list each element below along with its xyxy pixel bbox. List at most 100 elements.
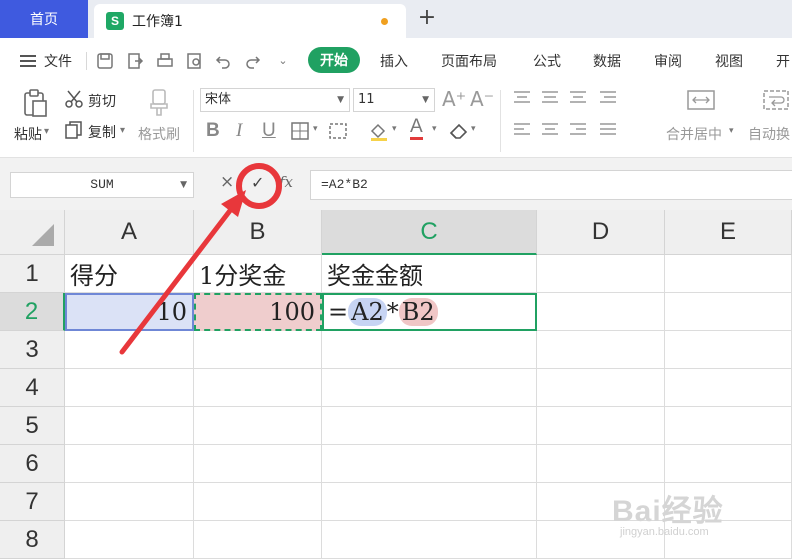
row-header-7[interactable]: 7 bbox=[0, 483, 65, 521]
scissors-icon[interactable] bbox=[64, 89, 84, 109]
cell-c1[interactable]: 奖金金额 bbox=[322, 255, 537, 293]
grid-cell[interactable] bbox=[322, 483, 537, 521]
paste-dropdown-icon[interactable]: ▾ bbox=[44, 126, 49, 137]
menu-formula[interactable]: 公式 bbox=[533, 51, 561, 71]
menu-page-layout[interactable]: 页面布局 bbox=[441, 51, 497, 71]
column-header-b[interactable]: B bbox=[194, 210, 322, 255]
copy-button[interactable]: 复制 bbox=[88, 122, 116, 142]
cut-button[interactable]: 剪切 bbox=[88, 91, 116, 111]
copy-dropdown-icon[interactable]: ▾ bbox=[120, 125, 125, 136]
grid-cell[interactable] bbox=[537, 331, 665, 369]
cell-d2[interactable] bbox=[537, 293, 665, 331]
font-name-select[interactable]: 宋体 ▼ bbox=[200, 88, 350, 112]
grid-cell[interactable] bbox=[65, 407, 194, 445]
bold-icon[interactable]: B bbox=[206, 120, 220, 142]
grid-cell[interactable] bbox=[322, 521, 537, 559]
grid-cell[interactable] bbox=[322, 407, 537, 445]
grid-cell[interactable] bbox=[194, 483, 322, 521]
chevron-down-icon[interactable]: ▾ bbox=[392, 124, 397, 134]
cell-b1[interactable]: 1分奖金 bbox=[194, 255, 322, 293]
row-header-6[interactable]: 6 bbox=[0, 445, 65, 483]
column-header-d[interactable]: D bbox=[537, 210, 665, 255]
menu-data[interactable]: 数据 bbox=[593, 51, 621, 71]
italic-icon[interactable]: I bbox=[236, 120, 242, 142]
menu-start[interactable]: 开始 bbox=[308, 47, 360, 73]
grid-cell[interactable] bbox=[194, 369, 322, 407]
chevron-down-icon[interactable]: ▾ bbox=[729, 126, 734, 136]
menu-review[interactable]: 审阅 bbox=[654, 51, 682, 71]
grid-cell[interactable] bbox=[322, 331, 537, 369]
export-icon[interactable] bbox=[126, 52, 144, 70]
format-painter-button[interactable]: 格式刷 bbox=[138, 124, 180, 144]
cancel-formula-icon[interactable]: × bbox=[220, 172, 234, 192]
grid-cell[interactable] bbox=[65, 483, 194, 521]
underline-icon[interactable]: U bbox=[262, 120, 276, 142]
menu-icon[interactable] bbox=[20, 55, 36, 67]
cell-a2[interactable]: 10 bbox=[65, 293, 194, 331]
menu-view[interactable]: 视图 bbox=[715, 51, 743, 71]
grid-cell[interactable] bbox=[65, 369, 194, 407]
fill-color-icon[interactable] bbox=[368, 121, 390, 141]
grid-cell[interactable] bbox=[194, 521, 322, 559]
column-header-c[interactable]: C bbox=[322, 210, 537, 255]
cell-e2[interactable] bbox=[665, 293, 792, 331]
row-header-3[interactable]: 3 bbox=[0, 331, 65, 369]
quick-access-more-icon[interactable]: ⌄ bbox=[274, 52, 292, 70]
paste-icon[interactable] bbox=[20, 88, 50, 118]
font-color-icon[interactable]: A bbox=[410, 117, 423, 140]
add-tab-button[interactable]: + bbox=[416, 6, 438, 30]
menu-insert[interactable]: 插入 bbox=[380, 51, 408, 71]
menu-file[interactable]: 文件 bbox=[44, 51, 72, 71]
wrap-text-icon[interactable] bbox=[762, 88, 790, 112]
merge-center-button[interactable]: 合并居中 bbox=[666, 124, 722, 144]
format-painter-icon[interactable] bbox=[147, 88, 171, 116]
decrease-font-icon[interactable]: A⁻ bbox=[470, 87, 494, 111]
row-header-5[interactable]: 5 bbox=[0, 407, 65, 445]
menu-developer[interactable]: 开 bbox=[776, 51, 790, 71]
grid-cell[interactable] bbox=[665, 369, 792, 407]
column-header-e[interactable]: E bbox=[665, 210, 792, 255]
redo-icon[interactable] bbox=[244, 52, 262, 70]
cell-b2[interactable]: 100 bbox=[194, 293, 322, 331]
chevron-down-icon[interactable]: ▾ bbox=[432, 124, 437, 134]
row-header-8[interactable]: 8 bbox=[0, 521, 65, 559]
merge-cells-icon[interactable] bbox=[686, 88, 716, 112]
grid-cell[interactable] bbox=[665, 407, 792, 445]
select-all-corner[interactable] bbox=[0, 210, 65, 255]
chevron-down-icon[interactable]: ▾ bbox=[313, 124, 318, 134]
row-header-4[interactable]: 4 bbox=[0, 369, 65, 407]
grid-cell[interactable] bbox=[537, 407, 665, 445]
grid-cell[interactable] bbox=[537, 445, 665, 483]
paste-button[interactable]: 粘贴 bbox=[14, 124, 42, 144]
font-size-select[interactable]: 11 ▼ bbox=[353, 88, 435, 112]
increase-font-icon[interactable]: A⁺ bbox=[442, 87, 466, 111]
vertical-align-icons[interactable] bbox=[512, 88, 632, 108]
grid-cell[interactable] bbox=[65, 331, 194, 369]
print-preview-icon[interactable] bbox=[186, 52, 204, 70]
wrap-text-button[interactable]: 自动换 bbox=[748, 124, 790, 144]
column-header-a[interactable]: A bbox=[65, 210, 194, 255]
grid-cell[interactable] bbox=[665, 331, 792, 369]
cell-a1[interactable]: 得分 bbox=[65, 255, 194, 293]
insert-function-icon[interactable]: fx bbox=[279, 173, 293, 191]
horizontal-align-icons[interactable] bbox=[512, 120, 632, 140]
confirm-formula-icon[interactable]: ✓ bbox=[251, 173, 264, 192]
grid-cell[interactable] bbox=[194, 407, 322, 445]
row-header-2[interactable]: 2 bbox=[0, 293, 65, 331]
grid-cell[interactable] bbox=[322, 445, 537, 483]
border-icon[interactable] bbox=[290, 121, 310, 141]
save-icon[interactable] bbox=[96, 52, 114, 70]
grid-cell[interactable] bbox=[194, 331, 322, 369]
formula-input[interactable]: =A2*B2 bbox=[310, 170, 792, 200]
copy-icon[interactable] bbox=[64, 120, 84, 140]
row-header-1[interactable]: 1 bbox=[0, 255, 65, 293]
print-icon[interactable] bbox=[156, 52, 174, 70]
name-box[interactable]: SUM ▼ bbox=[10, 172, 194, 198]
grid-cell[interactable] bbox=[665, 445, 792, 483]
grid-cell[interactable] bbox=[322, 369, 537, 407]
grid-cell[interactable] bbox=[65, 445, 194, 483]
grid-cell[interactable] bbox=[537, 369, 665, 407]
grid-cell[interactable] bbox=[65, 521, 194, 559]
grid-cell[interactable] bbox=[194, 445, 322, 483]
cell-style-icon[interactable] bbox=[328, 121, 348, 141]
